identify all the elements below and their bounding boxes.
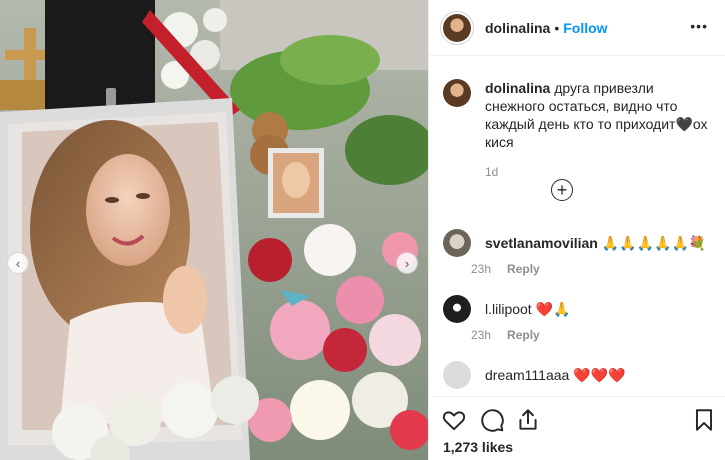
- comment-timestamp[interactable]: 23h: [471, 262, 491, 276]
- comment: l.lilipoot ❤️🙏 23h Reply: [443, 295, 713, 342]
- post-actions: [429, 396, 725, 440]
- comment-text: 🙏🙏🙏🙏🙏💐: [601, 235, 707, 251]
- comment-text: ❤️❤️❤️: [573, 367, 626, 383]
- comment-body: l.lilipoot ❤️🙏: [485, 300, 570, 318]
- memorial-photo-illustration: [0, 0, 428, 460]
- post-photo[interactable]: ‹ ›: [0, 0, 428, 460]
- commenter-avatar[interactable]: [443, 295, 471, 323]
- author-username[interactable]: dolinalina: [485, 20, 550, 36]
- caption-author-avatar[interactable]: [443, 79, 471, 107]
- post-header: dolinalina • Follow •••: [429, 0, 725, 56]
- comments-section[interactable]: dolinalina друга привезли снежного остат…: [429, 57, 725, 395]
- caption-timestamp[interactable]: 1d: [485, 163, 710, 181]
- bookmark-icon[interactable]: [691, 407, 717, 433]
- more-options-icon[interactable]: •••: [690, 18, 708, 34]
- caption-body: dolinalina друга привезли снежного остат…: [485, 79, 710, 181]
- commenter-avatar[interactable]: [443, 229, 471, 257]
- heart-icon[interactable]: [441, 407, 467, 433]
- comment-body: svetlanamovilian 🙏🙏🙏🙏🙏💐: [485, 234, 706, 252]
- author-avatar[interactable]: [443, 13, 471, 42]
- commenter-username[interactable]: dream111aaa: [485, 367, 569, 383]
- comment-meta: 23h Reply: [471, 262, 706, 276]
- comment: svetlanamovilian 🙏🙏🙏🙏🙏💐 23h Reply: [443, 229, 713, 276]
- comment-timestamp[interactable]: 23h: [471, 328, 491, 342]
- reply-button[interactable]: Reply: [507, 328, 540, 342]
- comment: dream111aaa ❤️❤️❤️: [443, 361, 713, 389]
- commenter-username[interactable]: svetlanamovilian: [485, 235, 598, 251]
- share-icon[interactable]: [515, 407, 541, 433]
- commenter-username[interactable]: l.lilipoot: [485, 301, 532, 317]
- comment-bubble-icon[interactable]: [479, 407, 505, 433]
- chevron-right-icon[interactable]: ›: [396, 252, 418, 274]
- header-separator: •: [554, 19, 560, 36]
- instagram-post: ‹ › dolinalina • Follow ••• dolinalina д…: [0, 0, 725, 460]
- load-more-comments-button[interactable]: +: [551, 179, 573, 201]
- post-caption: dolinalina друга привезли снежного остат…: [443, 79, 713, 181]
- post-sidebar: dolinalina • Follow ••• dolinalina друга…: [428, 0, 725, 460]
- comment-text: ❤️🙏: [535, 301, 571, 317]
- comment-body: dream111aaa ❤️❤️❤️: [485, 366, 626, 384]
- caption-username[interactable]: dolinalina: [485, 80, 550, 96]
- chevron-left-icon[interactable]: ‹: [7, 252, 29, 274]
- comment-meta: 23h Reply: [471, 328, 570, 342]
- follow-button[interactable]: Follow: [563, 20, 607, 36]
- reply-button[interactable]: Reply: [507, 262, 540, 276]
- commenter-avatar[interactable]: [443, 361, 471, 389]
- likes-count[interactable]: 1,273 likes: [443, 439, 513, 455]
